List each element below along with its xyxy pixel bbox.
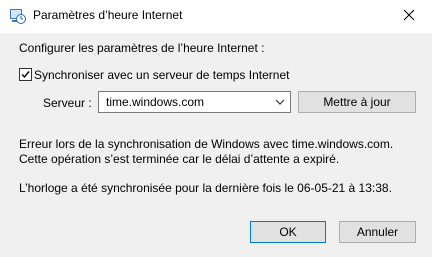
settings-heading: Configurer les paramètres de l’heure Int…: [19, 41, 265, 55]
update-now-button[interactable]: Mettre à jour: [298, 91, 416, 113]
title-bar[interactable]: Paramètres d’heure Internet: [0, 0, 432, 33]
cancel-label: Annuler: [356, 225, 399, 239]
clock-network-icon: [10, 8, 26, 24]
ok-label: OK: [279, 225, 297, 239]
chevron-down-icon[interactable]: [274, 96, 286, 108]
dialog-content: Configurer les paramètres de l’heure Int…: [0, 33, 432, 257]
last-sync-message: L’horloge a été synchronisée pour la der…: [19, 181, 392, 195]
sync-checkbox[interactable]: [19, 68, 32, 81]
server-combobox[interactable]: time.windows.com: [98, 91, 291, 113]
error-message-line2: Cette opération s’est terminée car le dé…: [19, 152, 340, 166]
close-button[interactable]: [386, 0, 432, 33]
update-now-label: Mettre à jour: [323, 95, 391, 109]
internet-time-settings-dialog: Paramètres d’heure Internet Configurer l…: [0, 0, 432, 257]
close-icon: [403, 9, 415, 24]
sync-checkbox-label[interactable]: Synchroniser avec un serveur de temps In…: [34, 68, 289, 82]
server-label: Serveur :: [43, 96, 92, 110]
cancel-button[interactable]: Annuler: [339, 221, 416, 243]
window-title: Paramètres d’heure Internet: [33, 8, 183, 22]
server-value: time.windows.com: [106, 95, 205, 109]
error-message-line1: Erreur lors de la synchronisation de Win…: [19, 137, 394, 151]
ok-button[interactable]: OK: [250, 221, 326, 243]
